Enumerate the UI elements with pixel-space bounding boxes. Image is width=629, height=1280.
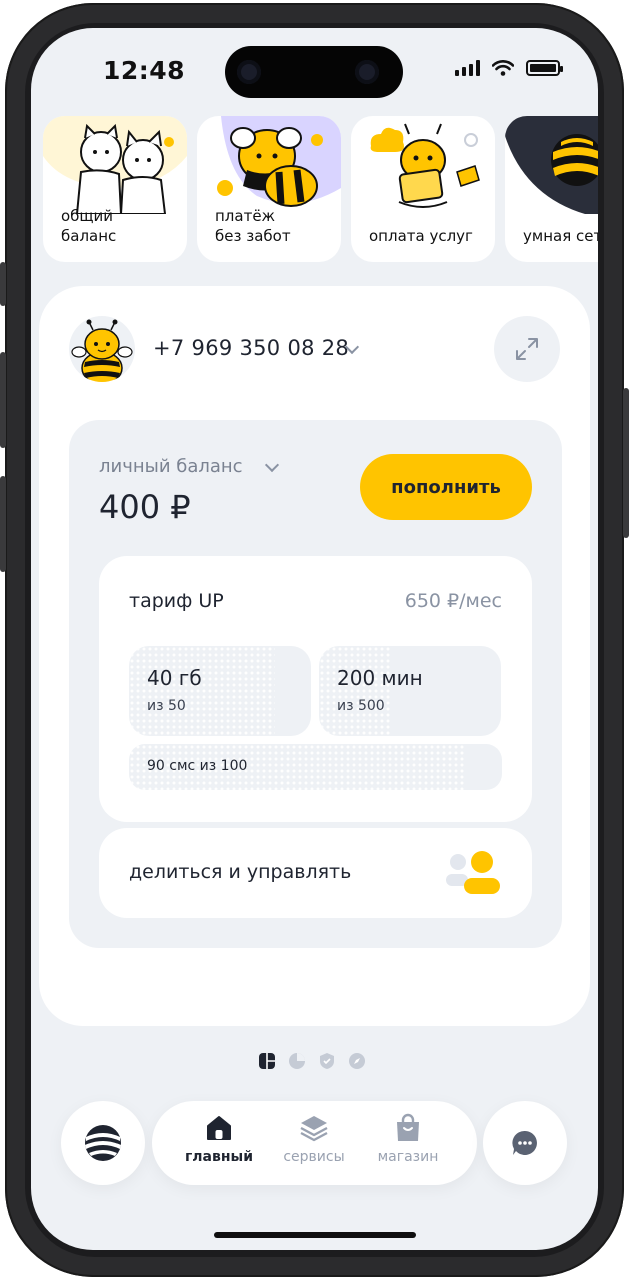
family-users-icon xyxy=(446,851,500,894)
nav-label-services: сервисы xyxy=(283,1149,345,1165)
shield-icon[interactable] xyxy=(319,1053,335,1069)
minutes-remaining-value: 200 мин xyxy=(337,666,423,690)
beeline-logo-button[interactable] xyxy=(61,1101,145,1185)
page-indicator xyxy=(259,1053,365,1069)
balance-panel: личный баланс 400 ₽ пополнить тариф UP 6… xyxy=(69,420,562,948)
account-card: +7 969 350 08 28 личный баланс 400 ₽ поп… xyxy=(39,286,590,1026)
story-label: оплата услуг xyxy=(369,227,473,245)
story-label: общий баланс xyxy=(61,207,117,245)
tariff-price: 650 ₽/мес xyxy=(404,590,502,612)
side-button-action xyxy=(0,262,6,306)
chat-icon xyxy=(512,1130,537,1155)
network-sphere-icon xyxy=(505,116,598,214)
chevron-down-icon[interactable] xyxy=(264,457,280,473)
wifi-icon xyxy=(492,60,514,76)
expand-icon xyxy=(516,338,538,360)
compass-icon[interactable] xyxy=(349,1053,365,1069)
bottom-nav: главный сервисы магазин xyxy=(152,1101,477,1185)
share-manage-label: делиться и управлять xyxy=(129,861,352,883)
nav-label-home: главный xyxy=(184,1149,254,1165)
cat-characters-icon xyxy=(43,116,187,214)
stories-carousel[interactable]: общий баланс платёж без забот оплата усл… xyxy=(43,116,598,264)
camera-icon xyxy=(237,60,261,84)
sms-remaining-text: 90 смс из 100 xyxy=(147,758,248,774)
topup-button[interactable]: пополнить xyxy=(360,454,532,520)
dynamic-island xyxy=(225,46,403,98)
beeline-logo-icon xyxy=(85,1125,121,1161)
story-shared-balance[interactable]: общий баланс xyxy=(43,116,187,262)
widgets-icon[interactable] xyxy=(259,1053,275,1069)
minutes-remaining-tile[interactable]: 200 мин из 500 xyxy=(319,646,501,736)
bee-avatar-icon xyxy=(71,319,133,382)
data-remaining-value: 40 гб xyxy=(147,666,202,690)
nav-item-shop[interactable]: магазин xyxy=(358,1113,458,1165)
status-time: 12:48 xyxy=(103,56,186,85)
battery-icon xyxy=(526,60,563,76)
home-icon xyxy=(207,1116,231,1140)
story-worry-free-payment[interactable]: платёж без забот xyxy=(197,116,341,262)
home-indicator xyxy=(214,1232,416,1238)
tariff-card[interactable]: тариф UP 650 ₽/мес 40 гб из 50 200 мин и… xyxy=(99,556,532,822)
data-usage-fill xyxy=(129,646,275,736)
balance-value: 400 ₽ xyxy=(99,488,191,526)
shopping-bag-icon xyxy=(397,1113,419,1141)
sms-remaining-tile[interactable]: 90 смс из 100 xyxy=(129,744,502,790)
story-pay-services[interactable]: оплата услуг xyxy=(351,116,495,262)
story-label: умная сеть xyxy=(523,227,598,245)
story-label: платёж без забот xyxy=(215,207,291,245)
avatar[interactable] xyxy=(69,316,135,382)
app-screen: 12:48 общий баланс платёж без забот опла… xyxy=(31,28,598,1250)
side-button-volume-up xyxy=(0,352,6,448)
share-manage-button[interactable]: делиться и управлять xyxy=(99,828,532,918)
nav-label-shop: магазин xyxy=(377,1149,439,1165)
side-button-power xyxy=(623,388,629,538)
bee-character-icon xyxy=(217,116,341,207)
pie-chart-icon[interactable] xyxy=(289,1053,305,1069)
minutes-total: из 500 xyxy=(337,698,385,714)
account-phone-number[interactable]: +7 969 350 08 28 xyxy=(153,336,349,360)
minutes-usage-fill xyxy=(319,646,392,736)
signal-icon xyxy=(455,60,480,76)
data-remaining-tile[interactable]: 40 гб из 50 xyxy=(129,646,311,736)
balance-label[interactable]: личный баланс xyxy=(99,456,243,477)
side-button-volume-down xyxy=(0,476,6,572)
expand-button[interactable] xyxy=(494,316,560,382)
data-total: из 50 xyxy=(147,698,186,714)
nav-item-home[interactable]: главный xyxy=(169,1113,269,1165)
status-icons xyxy=(455,60,563,76)
nav-item-services[interactable]: сервисы xyxy=(264,1113,364,1165)
sensor-icon xyxy=(355,60,379,84)
chat-button[interactable] xyxy=(483,1101,567,1185)
layers-icon xyxy=(300,1116,328,1142)
bee-with-card-icon xyxy=(370,123,480,208)
tariff-name: тариф UP xyxy=(129,590,224,612)
story-smart-network[interactable]: умная сеть xyxy=(505,116,598,262)
